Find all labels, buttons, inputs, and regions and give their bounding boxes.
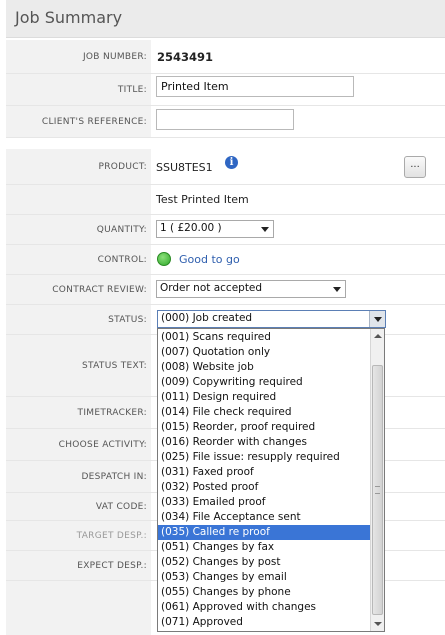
target-desp-label: TARGET DESP.: <box>76 530 147 541</box>
info-icon[interactable]: i <box>225 156 238 169</box>
status-text-label: STATUS TEXT: <box>82 360 147 371</box>
product-label: PRODUCT: <box>98 161 147 172</box>
status-option[interactable]: (051) Changes by fax <box>158 540 370 555</box>
status-option[interactable]: (007) Quotation only <box>158 345 370 360</box>
quantity-label: QUANTITY: <box>96 224 147 235</box>
title-row: TITLE: Printed Item <box>6 74 445 106</box>
status-option[interactable]: (033) Emailed proof <box>158 495 370 510</box>
product-row: PRODUCT: SSU8TES1 i ... <box>6 149 445 185</box>
chevron-down-icon <box>333 287 341 292</box>
client-reference-input[interactable] <box>156 109 294 130</box>
client-reference-row: CLIENT'S REFERENCE: <box>6 106 445 138</box>
status-option[interactable]: (008) Website job <box>158 360 370 375</box>
job-number-value: 2543491 <box>157 50 214 64</box>
status-option[interactable]: (025) File issue: resupply required <box>158 450 370 465</box>
product-name-row: Test Printed Item <box>6 185 445 215</box>
status-option[interactable]: (053) Changes by email <box>158 570 370 585</box>
status-option[interactable]: (015) Reorder, proof required <box>158 420 370 435</box>
control-row: CONTROL: Good to go <box>6 245 445 275</box>
status-option[interactable]: (052) Changes by post <box>158 555 370 570</box>
contract-review-label: CONTRACT REVIEW: <box>52 284 147 295</box>
job-number-label: JOB NUMBER: <box>82 51 147 62</box>
job-number-row: JOB NUMBER: 2543491 <box>6 40 445 74</box>
status-option[interactable]: (071) Approved <box>158 615 370 630</box>
status-option[interactable]: (061) Approved with changes <box>158 600 370 615</box>
status-option[interactable]: (014) File check required <box>158 405 370 420</box>
chevron-down-icon[interactable] <box>369 311 385 327</box>
status-option[interactable]: (001) Scans required <box>158 330 370 345</box>
page-title: Job Summary <box>15 8 123 27</box>
choose-activity-label: CHOOSE ACTIVITY: <box>58 439 147 450</box>
title-label: TITLE: <box>117 84 147 95</box>
status-option[interactable]: (031) Faxed proof <box>158 465 370 480</box>
control-status-text[interactable]: Good to go <box>179 253 240 266</box>
status-label: STATUS: <box>108 314 147 325</box>
status-option[interactable]: (055) Changes by phone <box>158 585 370 600</box>
timetracker-label: TIMETRACKER: <box>77 407 147 418</box>
despatch-in-label: DESPATCH IN: <box>81 471 147 482</box>
section-gap <box>6 139 445 149</box>
status-option[interactable]: (032) Posted proof <box>158 480 370 495</box>
product-more-button[interactable]: ... <box>404 156 426 178</box>
quantity-row: QUANTITY: 1 ( £20.00 ) <box>6 215 445 245</box>
product-code: SSU8TES1 <box>156 161 213 174</box>
scroll-down-icon[interactable] <box>371 617 384 631</box>
quantity-select-value: 1 ( £20.00 ) <box>160 222 222 234</box>
contract-review-select-value: Order not accepted <box>160 282 263 294</box>
chevron-down-icon <box>261 227 269 232</box>
expect-desp-label: EXPECT DESP.: <box>77 560 147 571</box>
green-status-icon <box>157 252 171 266</box>
contract-review-row: CONTRACT REVIEW: Order not accepted <box>6 275 445 305</box>
contract-review-select[interactable]: Order not accepted <box>156 280 346 298</box>
vat-code-label: VAT CODE: <box>95 501 147 512</box>
control-label: CONTROL: <box>97 254 147 265</box>
client-reference-label: CLIENT'S REFERENCE: <box>41 116 147 127</box>
status-option[interactable]: (009) Copywriting required <box>158 375 370 390</box>
status-select[interactable]: (000) Job created <box>157 310 386 328</box>
product-name: Test Printed Item <box>156 193 249 206</box>
status-option[interactable]: (011) Design required <box>158 390 370 405</box>
status-select-value: (000) Job created <box>161 312 253 324</box>
status-option[interactable]: (034) File Acceptance sent <box>158 510 370 525</box>
status-dropdown-list[interactable]: (071) Approved (061) Approved with change… <box>157 328 385 632</box>
dropdown-scrollbar[interactable] <box>370 329 384 631</box>
scroll-up-icon[interactable] <box>371 329 384 343</box>
quantity-select[interactable]: 1 ( £20.00 ) <box>156 220 274 238</box>
status-option[interactable]: (016) Reorder with changes <box>158 435 370 450</box>
scrollbar-thumb[interactable] <box>372 365 383 615</box>
title-input[interactable]: Printed Item <box>156 76 354 97</box>
status-option[interactable]: (035) Called re proof <box>158 525 370 540</box>
job-summary-header: Job Summary <box>6 0 445 38</box>
